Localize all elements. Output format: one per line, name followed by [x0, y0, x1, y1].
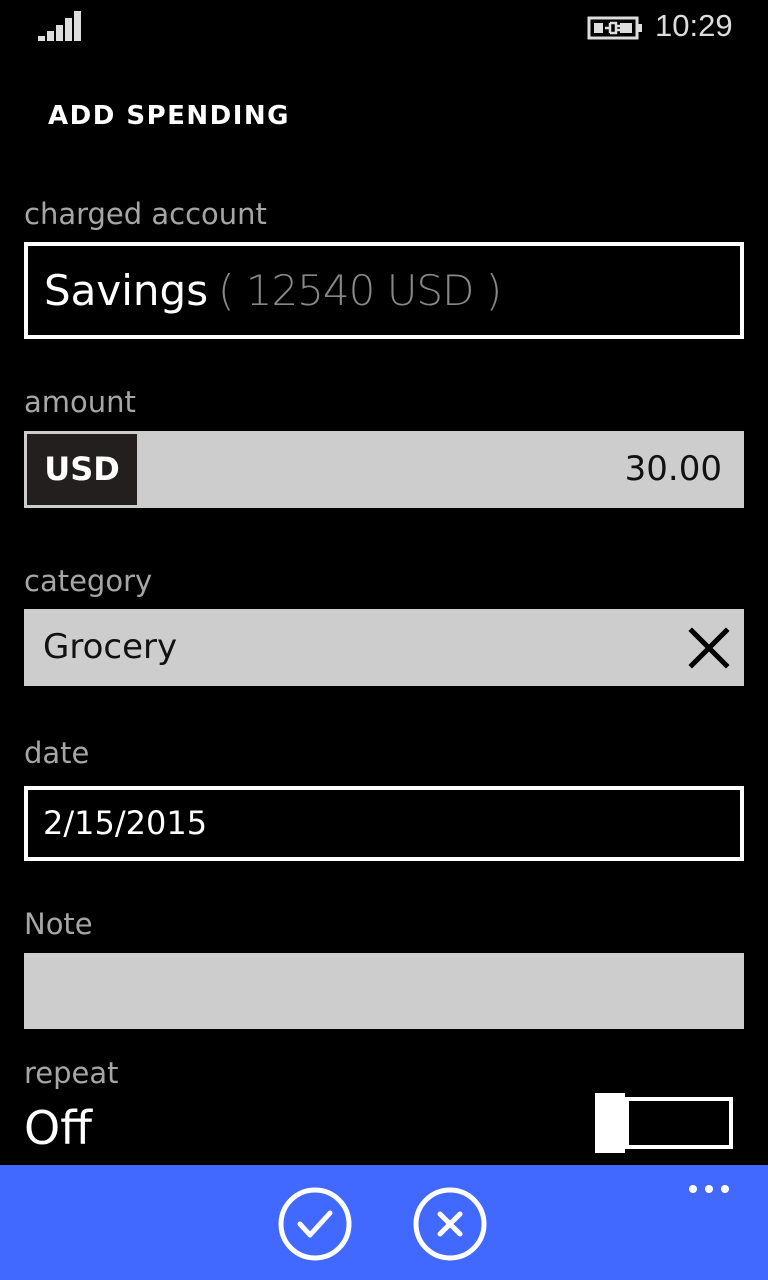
- repeat-toggle[interactable]: [595, 1093, 739, 1153]
- status-time: 10:29: [655, 8, 733, 43]
- toggle-thumb[interactable]: [595, 1093, 625, 1153]
- more-icon[interactable]: [686, 1177, 732, 1201]
- amount-input[interactable]: 30.00: [625, 431, 722, 508]
- toggle-track: [625, 1097, 733, 1149]
- category-value: Grocery: [43, 627, 178, 667]
- amount-field[interactable]: USD 30.00: [24, 431, 744, 508]
- account-name: Savings: [44, 266, 209, 315]
- cancel-icon[interactable]: [412, 1186, 488, 1262]
- note-label: Note: [24, 907, 93, 941]
- date-value: 2/15/2015: [43, 804, 208, 842]
- date-picker[interactable]: 2/15/2015: [24, 786, 744, 861]
- check-icon[interactable]: [277, 1186, 353, 1262]
- signal-strength-icon: [38, 11, 81, 41]
- app-bar: [0, 1165, 768, 1280]
- close-icon[interactable]: [688, 627, 730, 669]
- amount-label: amount: [24, 385, 136, 419]
- charged-account-label: charged account: [24, 197, 267, 231]
- note-input[interactable]: [24, 953, 744, 1029]
- repeat-label: repeat: [24, 1056, 119, 1090]
- page-title: ADD SPENDING: [48, 101, 290, 131]
- category-label: category: [24, 564, 153, 598]
- battery-charging-icon: [587, 16, 642, 40]
- account-balance: ( 12540 USD ): [218, 266, 502, 315]
- charged-account-picker[interactable]: Savings ( 12540 USD ): [24, 242, 744, 339]
- date-label: date: [24, 736, 90, 770]
- currency-button[interactable]: USD: [27, 434, 137, 505]
- category-picker[interactable]: Grocery: [24, 609, 744, 686]
- repeat-state: Off: [24, 1101, 92, 1155]
